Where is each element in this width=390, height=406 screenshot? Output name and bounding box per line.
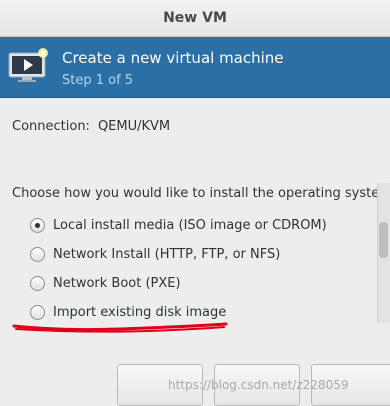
- install-method-question: Choose how you would like to install the…: [12, 186, 390, 201]
- radio-button[interactable]: [30, 246, 45, 262]
- vm-monitor-icon: [8, 48, 48, 82]
- wizard-title: Create a new virtual machine: [62, 49, 284, 67]
- window-titlebar[interactable]: New VM: [0, 0, 390, 37]
- wizard-step: Step 1 of 5: [62, 73, 134, 88]
- connection-row: Connection: QEMU/KVM: [12, 119, 170, 134]
- radio-local-install-media[interactable]: Local install media (ISO image or CDROM): [30, 215, 327, 235]
- radio-button[interactable]: [30, 304, 45, 320]
- scrollbar-thumb[interactable]: [379, 222, 388, 258]
- connection-value: QEMU/KVM: [97, 119, 171, 134]
- radio-label[interactable]: Local install media (ISO image or CDROM): [53, 218, 327, 233]
- watermark-text: https://blog.csdn.net/z228059: [168, 378, 349, 392]
- radio-network-install[interactable]: Network Install (HTTP, FTP, or NFS): [30, 244, 280, 264]
- radio-label[interactable]: Network Install (HTTP, FTP, or NFS): [53, 247, 280, 262]
- wizard-header: Create a new virtual machine Step 1 of 5: [0, 37, 390, 98]
- radio-import-disk-image[interactable]: Import existing disk image: [30, 302, 226, 322]
- connection-label: Connection:: [12, 119, 90, 134]
- radio-network-boot[interactable]: Network Boot (PXE): [30, 273, 181, 293]
- radio-button-selected[interactable]: [30, 217, 45, 233]
- radio-label[interactable]: Network Boot (PXE): [53, 276, 181, 291]
- window-title: New VM: [163, 10, 227, 26]
- radio-button[interactable]: [30, 275, 45, 291]
- radio-label[interactable]: Import existing disk image: [53, 305, 226, 320]
